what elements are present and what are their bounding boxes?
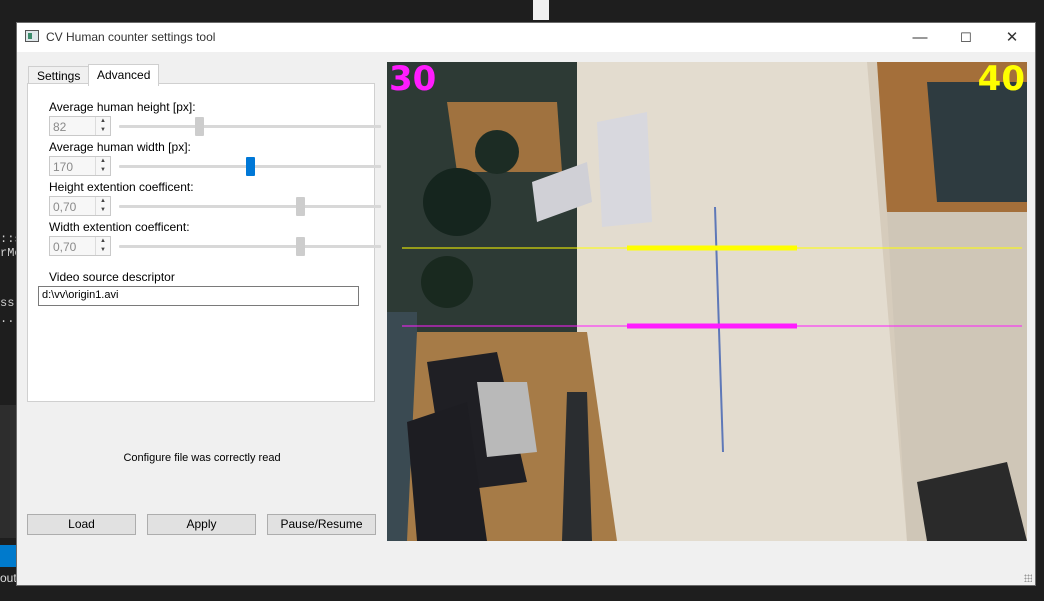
spin-down-icon[interactable]: ▼ <box>96 246 110 255</box>
slider-track <box>119 125 381 128</box>
advanced-panel: Average human height [px]: 82 ▲ ▼ Average… <box>27 83 381 402</box>
resize-grip-icon[interactable] <box>1024 574 1032 582</box>
height-coef-value: 0,70 <box>53 200 77 214</box>
spin-down-icon[interactable]: ▼ <box>96 126 110 135</box>
height-coef-slider[interactable] <box>119 196 381 216</box>
spin-down-icon[interactable]: ▼ <box>96 206 110 215</box>
spin-up-icon[interactable]: ▲ <box>96 157 110 166</box>
maximize-button[interactable]: ☐ <box>943 23 989 52</box>
slider-handle[interactable] <box>246 157 255 176</box>
width-coef-label: Width extention coefficent: <box>49 220 190 234</box>
avg-height-label: Average human height [px]: <box>49 100 196 114</box>
apply-button[interactable]: Apply <box>147 514 256 535</box>
width-coef-value: 0,70 <box>53 240 77 254</box>
spin-up-icon[interactable]: ▲ <box>96 237 110 246</box>
background-status-strip <box>0 545 16 567</box>
background-window-edge <box>533 0 549 20</box>
avg-width-value: 170 <box>53 160 74 174</box>
tab-advanced[interactable]: Advanced <box>88 64 160 86</box>
avg-width-slider[interactable] <box>119 156 381 176</box>
tab-settings[interactable]: Settings <box>28 66 90 84</box>
width-coef-slider[interactable] <box>119 236 381 256</box>
avg-width-label: Average human width [px]: <box>49 140 191 154</box>
video-preview[interactable]: 30 40 <box>387 62 1027 541</box>
background-bottom <box>0 586 1044 601</box>
slider-handle[interactable] <box>296 237 305 256</box>
app-icon <box>25 30 39 42</box>
spin-down-icon[interactable]: ▼ <box>96 166 110 175</box>
window-title: CV Human counter settings tool <box>46 30 216 44</box>
close-button[interactable]: ✕ <box>989 23 1035 52</box>
avg-height-slider[interactable] <box>119 116 381 136</box>
background-panel <box>0 405 16 538</box>
title-bar[interactable]: CV Human counter settings tool — ☐ ✕ <box>17 23 1035 52</box>
avg-height-value: 82 <box>53 120 67 134</box>
minimize-button[interactable]: — <box>897 23 943 52</box>
avg-width-spinbox[interactable]: 170 ▲ ▼ <box>49 156 111 176</box>
status-message: Configure file was correctly read <box>123 452 281 464</box>
video-source-input[interactable]: d:\vv\origin1.avi <box>38 286 359 306</box>
load-button[interactable]: Load <box>27 514 136 535</box>
video-frame: 30 40 <box>387 62 1027 541</box>
slider-handle[interactable] <box>195 117 204 136</box>
slider-handle[interactable] <box>296 197 305 216</box>
video-source-label: Video source descriptor <box>49 270 175 284</box>
width-coef-spinbox[interactable]: 0,70 ▲ ▼ <box>49 236 111 256</box>
background-out-text: out <box>0 571 17 585</box>
slider-track <box>119 245 381 248</box>
height-coef-label: Height extention coefficent: <box>49 180 194 194</box>
avg-height-spinbox[interactable]: 82 ▲ ▼ <box>49 116 111 136</box>
app-window: CV Human counter settings tool — ☐ ✕ Set… <box>16 22 1036 586</box>
height-coef-spinbox[interactable]: 0,70 ▲ ▼ <box>49 196 111 216</box>
counter-left: 30 <box>389 62 436 99</box>
spin-up-icon[interactable]: ▲ <box>96 117 110 126</box>
slider-track <box>119 205 381 208</box>
pause-resume-button[interactable]: Pause/Resume <box>267 514 376 535</box>
spin-up-icon[interactable]: ▲ <box>96 197 110 206</box>
counter-right: 40 <box>978 62 1025 99</box>
